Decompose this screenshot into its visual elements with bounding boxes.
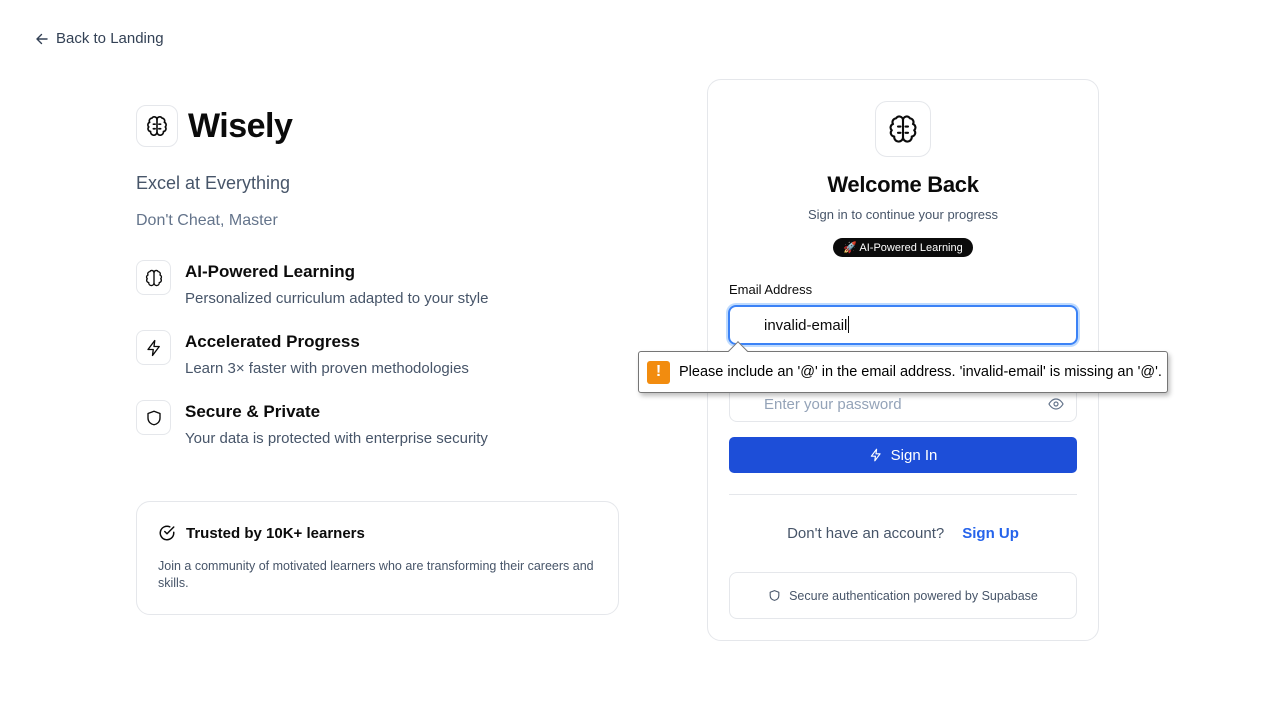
warning-icon: ! [647,360,670,384]
subtagline: Don't Cheat, Master [136,212,278,229]
trust-title: Trusted by 10K+ learners [186,524,365,542]
tagline: Excel at Everything [136,173,291,193]
sign-in-button[interactable]: Sign In [729,437,1077,473]
eye-icon[interactable] [1048,398,1064,410]
lightning-icon [870,448,881,462]
brand-name: Wisely [188,106,293,145]
brain-icon [145,269,162,286]
feature-title: Accelerated Progress [185,332,360,351]
divider [729,494,1077,495]
email-value: invalid-email [764,317,848,334]
signup-prompt: Don't have an account? [787,525,945,542]
email-label: Email Address [729,282,813,297]
secure-auth-note: Secure authentication powered by Supabas… [729,572,1077,619]
email-field[interactable]: invalid-email [728,305,1078,345]
feature-item: Accelerated Progress Learn 3× faster wit… [136,330,619,400]
card-subtitle: Sign in to continue your progress [807,207,999,222]
feature-icon-box [136,330,171,365]
check-circle-icon [159,525,175,541]
shield-icon [769,590,780,601]
email-input[interactable]: invalid-email [764,316,1064,334]
sign-in-label: Sign In [890,446,938,464]
signup-row: Don't have an account? Sign Up [708,525,1098,542]
sign-up-link[interactable]: Sign Up [962,525,1019,542]
shield-icon [146,410,161,425]
trust-header: Trusted by 10K+ learners [158,524,597,542]
brain-icon [889,115,917,143]
secure-note-text: Secure authentication powered by Supabas… [789,588,1038,603]
back-link-label: Back to Landing [56,30,164,47]
arrow-left-icon [36,33,48,44]
password-input[interactable]: Enter your password [764,396,902,413]
brand: Wisely [136,105,619,147]
ai-learning-badge: 🚀 AI-Powered Learning [833,238,973,257]
trust-description: Join a community of motivated learners w… [158,559,594,590]
feature-icon-box [136,260,171,295]
trust-card: Trusted by 10K+ learners Join a communit… [136,501,619,615]
feature-desc: Learn 3× faster with proven methodologie… [185,360,469,377]
feature-desc: Your data is protected with enterprise s… [185,430,488,447]
lightning-icon [146,339,160,356]
validation-message: Please include an '@' in the email addre… [679,364,1162,380]
feature-item: AI-Powered Learning Personalized curricu… [136,260,619,330]
brand-logo [136,105,178,147]
feature-title: AI-Powered Learning [185,262,356,281]
text-caret [848,316,850,333]
feature-desc: Personalized curriculum adapted to your … [185,290,489,307]
feature-list: AI-Powered Learning Personalized curricu… [136,260,619,470]
card-title: Welcome Back [827,172,979,197]
validation-tooltip: ! Please include an '@' in the email add… [638,341,1168,393]
card-logo [875,101,931,157]
feature-icon-box [136,400,171,435]
brain-icon [147,116,167,137]
marketing-panel: Wisely Excel at Everything Don't Cheat, … [136,105,619,470]
feature-title: Secure & Private [185,402,321,421]
feature-item: Secure & Private Your data is protected … [136,400,619,470]
back-to-landing-link[interactable]: Back to Landing [36,30,164,47]
